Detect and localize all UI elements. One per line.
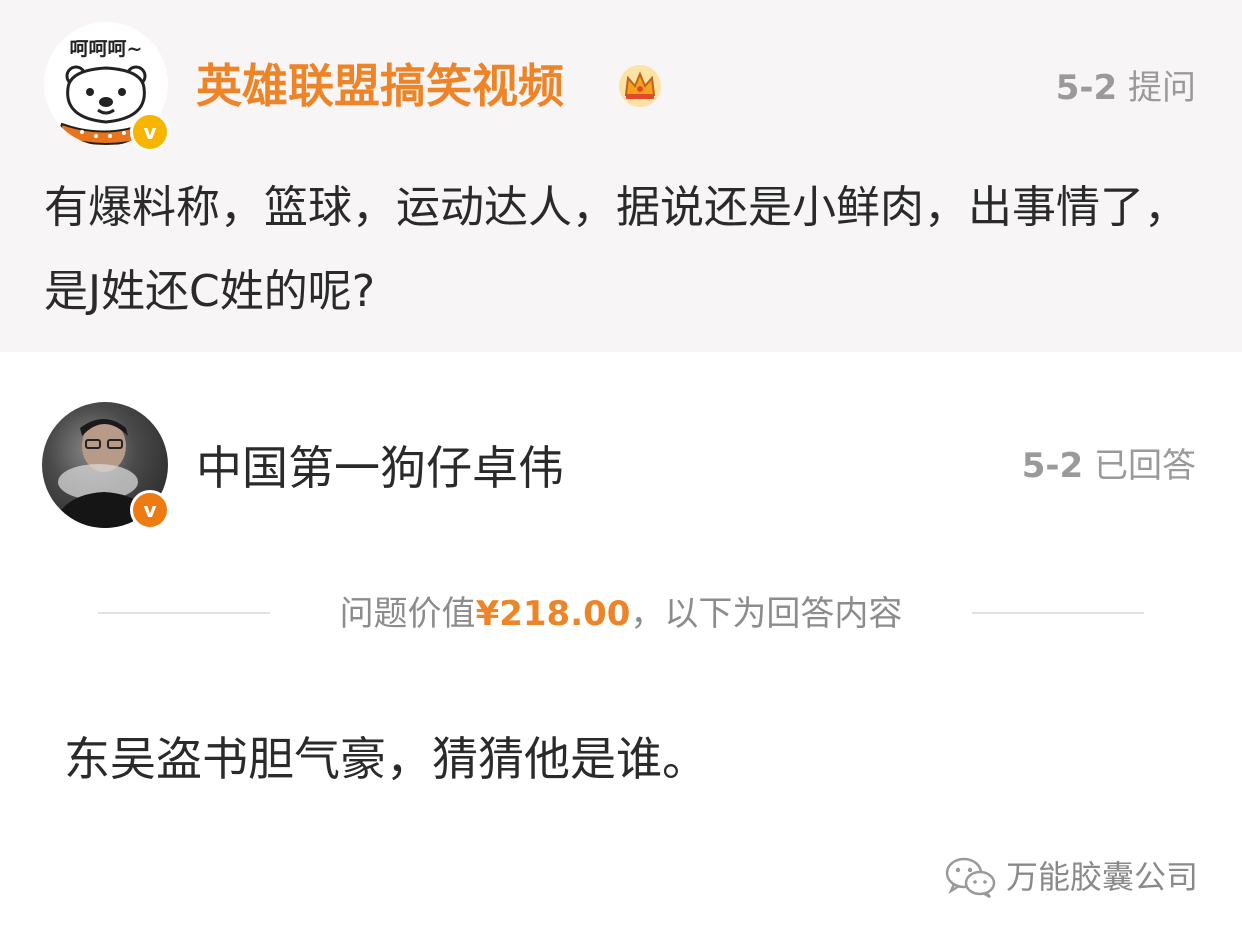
question-value-text: 问题价值¥218.00，以下为回答内容 bbox=[306, 588, 936, 640]
answer-date: 5-2 bbox=[1021, 446, 1084, 486]
value-prefix: 问题价值 bbox=[339, 594, 476, 634]
qa-card: 呵呵呵~ v 英雄联盟搞笑视频 5-2 提问 有爆料称，篮球，运动达人，据说还是… bbox=[0, 0, 1242, 928]
questioner-name[interactable]: 英雄联盟搞笑视频 bbox=[196, 54, 564, 118]
question-status: 提问 bbox=[1128, 68, 1196, 108]
question-price: ¥218.00 bbox=[475, 594, 631, 634]
answer-status: 已回答 bbox=[1094, 446, 1196, 486]
verified-badge-icon: v bbox=[130, 490, 170, 530]
watermark: 万能胶囊公司 bbox=[944, 852, 1198, 902]
question-section: 呵呵呵~ v 英雄联盟搞笑视频 5-2 提问 有爆料称，篮球，运动达人，据说还是… bbox=[0, 0, 1242, 352]
watermark-text: 万能胶囊公司 bbox=[1005, 858, 1198, 896]
answerer-name[interactable]: 中国第一狗仔卓伟 bbox=[196, 436, 564, 500]
question-date: 5-2 bbox=[1055, 68, 1118, 108]
value-suffix: ，以下为回答内容 bbox=[630, 594, 903, 634]
divider-line-right bbox=[972, 612, 1144, 614]
answer-text: 东吴盗书胆气豪，猜猜他是谁。 bbox=[64, 732, 708, 786]
answer-meta: 5-2 已回答 bbox=[1022, 440, 1196, 492]
question-meta: 5-2 提问 bbox=[1056, 62, 1196, 114]
verified-badge-icon: v bbox=[130, 112, 170, 152]
question-value-divider: 问题价值¥218.00，以下为回答内容 bbox=[98, 584, 1144, 644]
crown-icon bbox=[619, 65, 661, 107]
divider-line-left bbox=[98, 612, 270, 614]
question-text: 有爆料称，篮球，运动达人，据说还是小鲜肉，出事情了，是J姓还C姓的呢? bbox=[44, 182, 1188, 317]
wechat-icon bbox=[945, 857, 996, 899]
